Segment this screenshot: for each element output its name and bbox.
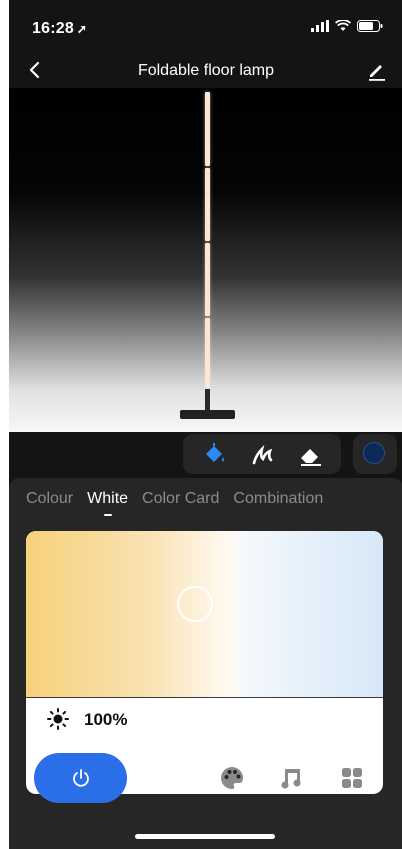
- grid-icon[interactable]: [338, 764, 366, 792]
- tab-combination[interactable]: Combination: [233, 490, 323, 508]
- status-icons: [311, 20, 383, 32]
- wifi-icon: [335, 20, 351, 31]
- lamp-segment-1[interactable]: [205, 92, 210, 166]
- home-indicator[interactable]: [135, 834, 275, 839]
- tool-pill: [183, 434, 341, 474]
- edit-pencil-icon[interactable]: [365, 58, 389, 82]
- temperature-knob[interactable]: [177, 586, 213, 622]
- power-icon: [72, 769, 89, 787]
- location-arrow-icon: ➚: [76, 22, 88, 36]
- tab-white-underline: [103, 514, 112, 516]
- lamp-segment-3[interactable]: [205, 243, 210, 316]
- palette-icon[interactable]: [218, 764, 246, 792]
- power-button[interactable]: [34, 753, 127, 803]
- brightness-row[interactable]: 100%: [26, 698, 383, 740]
- status-time: 16:28 ➚: [32, 20, 88, 37]
- music-icon[interactable]: [278, 764, 306, 792]
- eraser-icon[interactable]: [297, 442, 325, 468]
- brush-icon[interactable]: [249, 442, 277, 468]
- tool-row: [9, 432, 402, 478]
- paint-bucket-icon[interactable]: [201, 442, 229, 468]
- nav-header: Foldable floor lamp: [9, 52, 402, 90]
- tab-white[interactable]: White: [87, 490, 128, 516]
- battery-icon: [357, 20, 383, 32]
- status-bar: 16:28 ➚: [9, 0, 402, 52]
- lamp-preview: [9, 88, 402, 432]
- lamp-pole: [205, 389, 210, 410]
- cellular-signal-icon: [311, 20, 329, 32]
- control-panel: Colour White Color Card Combination 100%: [9, 478, 402, 849]
- lamp-base: [180, 410, 235, 419]
- mode-tabs: Colour White Color Card Combination: [26, 490, 323, 516]
- lamp-segment-2[interactable]: [205, 168, 210, 241]
- brightness-value: 100%: [84, 710, 128, 729]
- tab-colour[interactable]: Colour: [26, 490, 73, 508]
- bulb-icon[interactable]: [157, 764, 185, 792]
- color-dot: [363, 442, 385, 464]
- brightness-sun-icon: [47, 708, 69, 730]
- page-title: Foldable floor lamp: [137, 62, 275, 79]
- phone-screen: 16:28 ➚ Foldable floor lamp Colour White…: [9, 0, 402, 849]
- tab-color-card[interactable]: Color Card: [142, 490, 219, 508]
- lamp-segment-4[interactable]: [205, 318, 210, 388]
- selected-color-swatch[interactable]: [353, 434, 397, 474]
